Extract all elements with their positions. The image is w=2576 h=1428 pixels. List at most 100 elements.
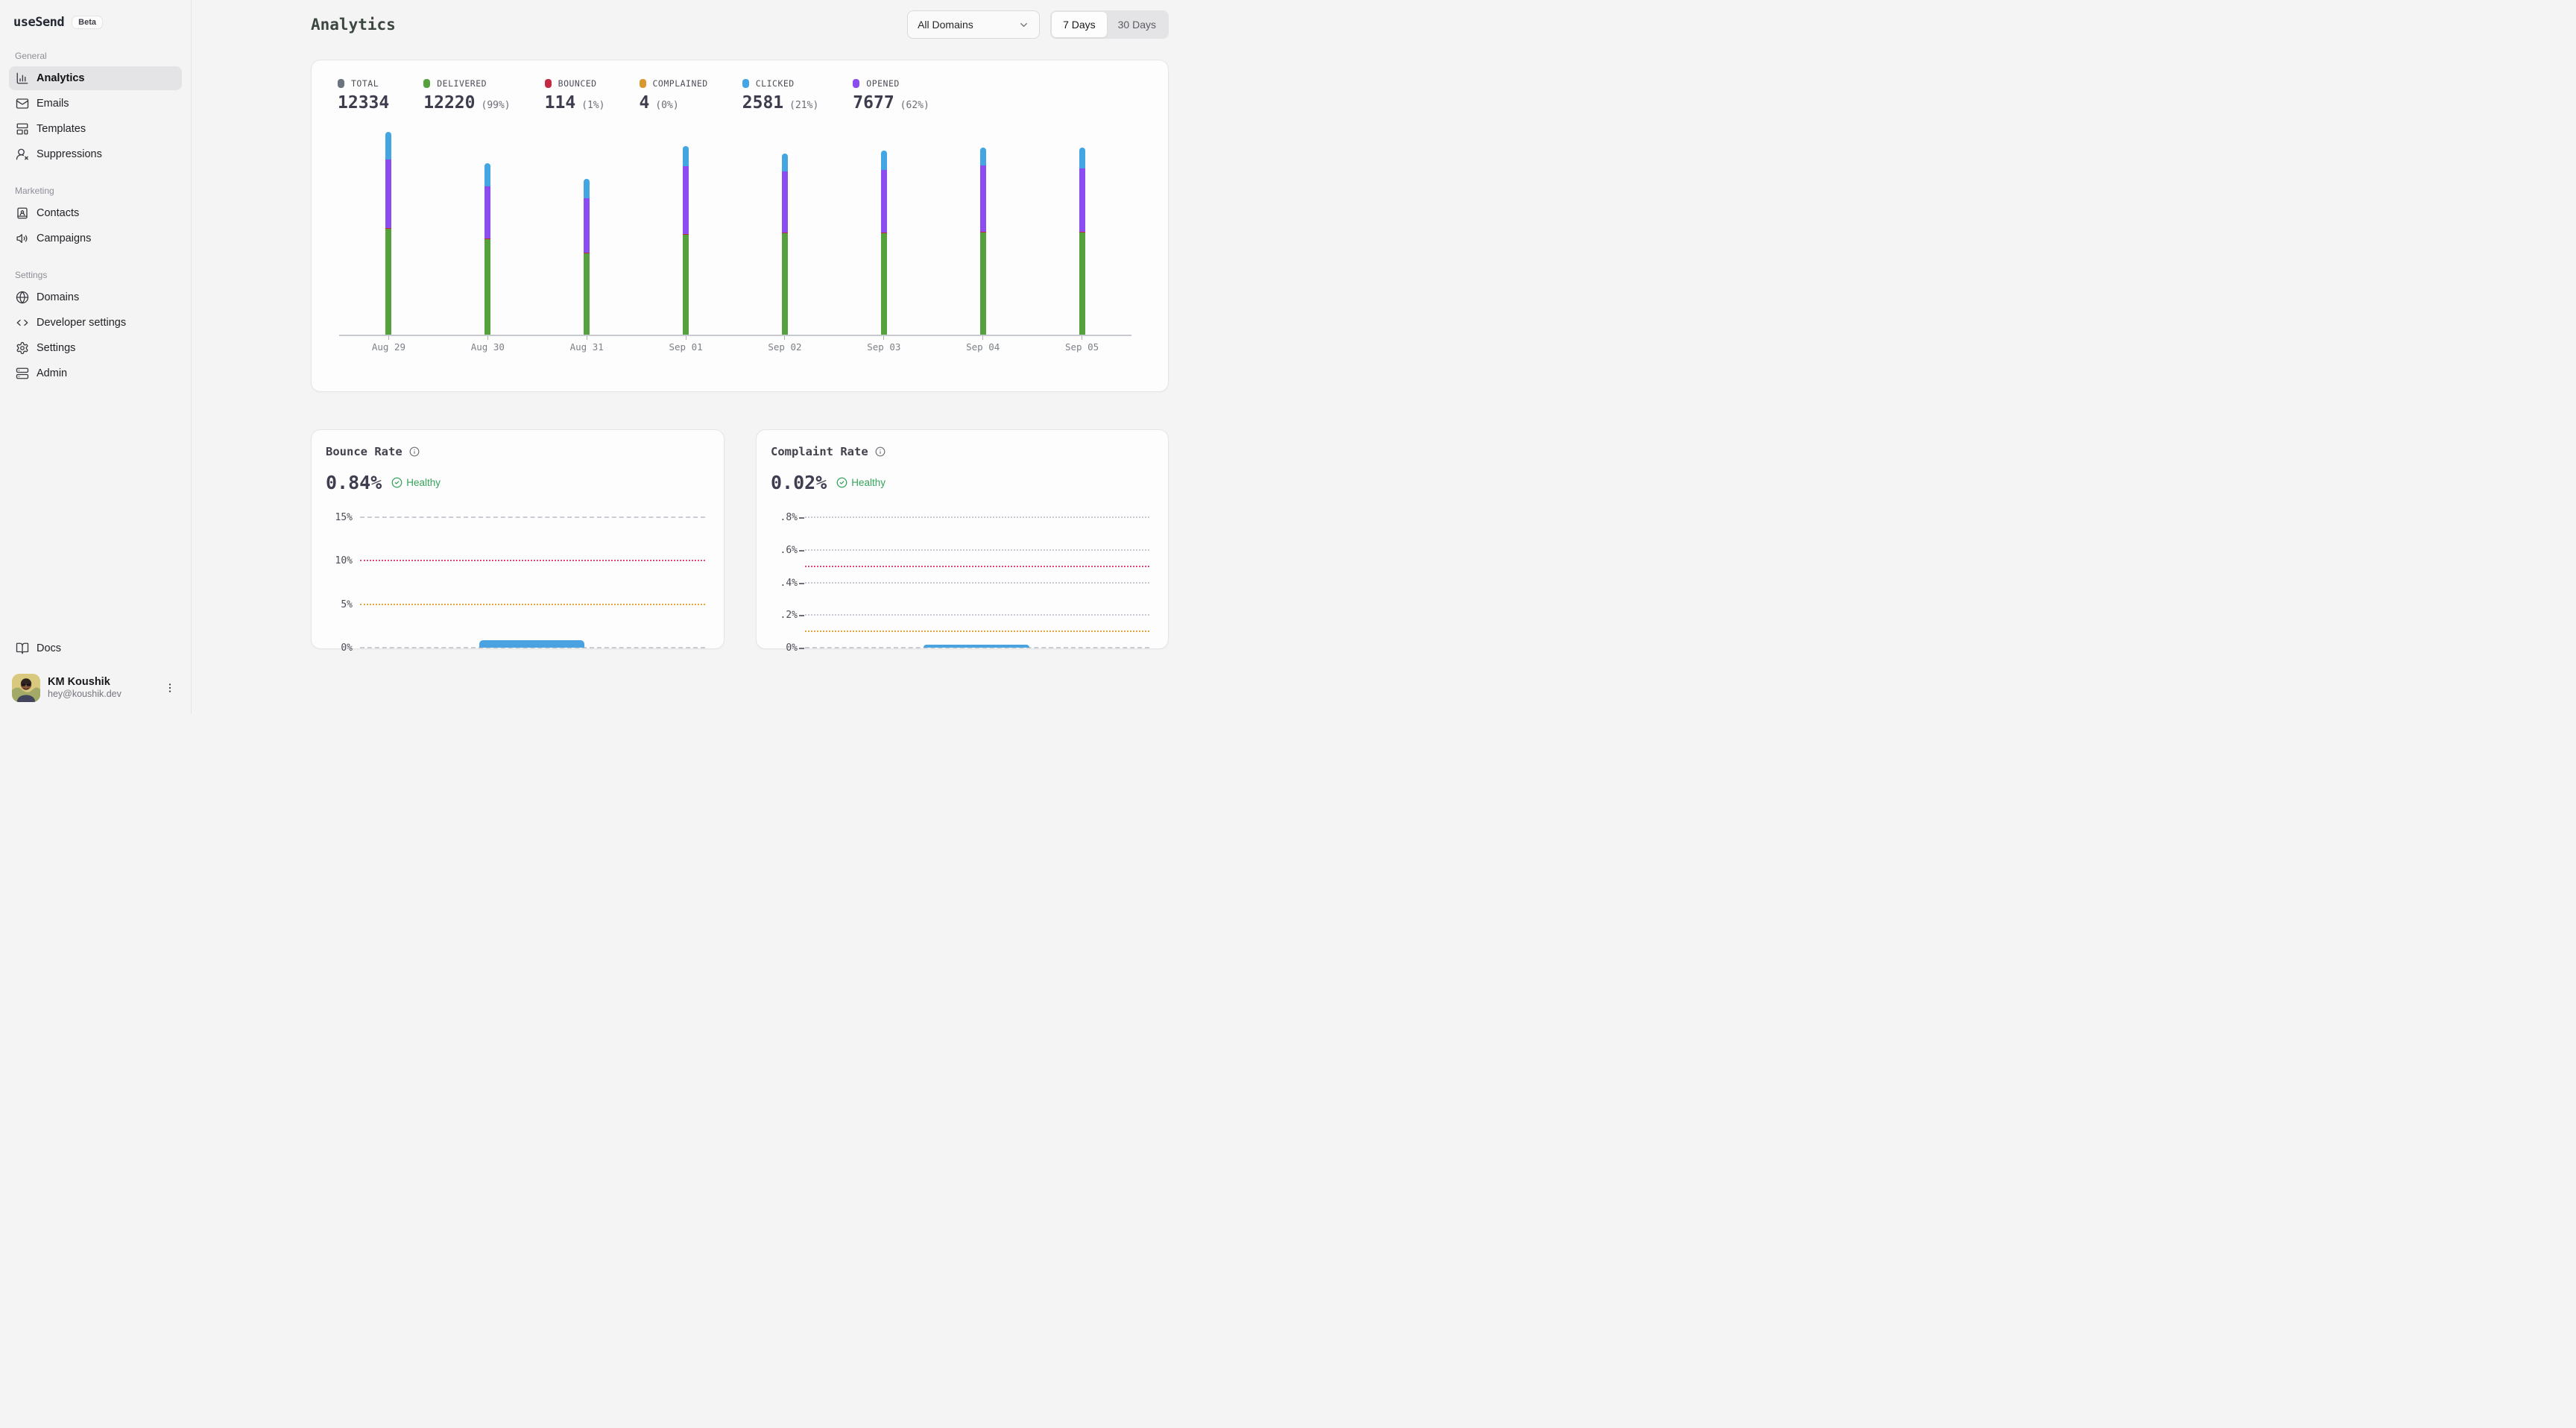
x-axis-label: Aug 31 <box>570 341 604 353</box>
stacked-bar <box>881 151 887 335</box>
sidebar-footer: Docs KM Koushik hey@koushik.dev <box>9 636 182 702</box>
stacked-bar <box>385 132 391 335</box>
sidebar-item-settings[interactable]: Settings <box>9 336 182 360</box>
sidebar-item-label: Emails <box>37 98 69 110</box>
sidebar-item-domains[interactable]: Domains <box>9 285 182 309</box>
bounce-rate-chart: 15%10%5%0% <box>360 517 705 648</box>
gear-icon <box>16 341 29 355</box>
sidebar-item-contacts[interactable]: Contacts <box>9 201 182 225</box>
main-content: Analytics All Domains 7 Days 30 Days TOT… <box>192 0 1288 714</box>
bar-segment-clicked <box>1079 148 1085 168</box>
stat-label: DELIVERED <box>437 78 487 89</box>
sidebar-item-developer-settings[interactable]: Developer settings <box>9 311 182 335</box>
contact-book-icon <box>16 206 29 220</box>
grid-line: .6% <box>805 549 1149 551</box>
legend-dot-bounced <box>545 79 552 88</box>
sidebar-item-label: Contacts <box>37 207 79 219</box>
bounce-rate-value: 0.84% <box>326 472 382 493</box>
range-toggle: 7 Days 30 Days <box>1050 10 1169 39</box>
bar-segment-clicked <box>881 151 887 170</box>
sidebar: useSend Beta GeneralAnalyticsEmailsTempl… <box>0 0 192 714</box>
grid-line: .8% <box>805 516 1149 518</box>
bar-segment-delivered <box>980 233 986 335</box>
sidebar-section-label: Marketing <box>15 186 182 196</box>
sidebar-item-admin[interactable]: Admin <box>9 361 182 385</box>
bar-segment-delivered <box>782 233 788 335</box>
bar-segment-opened <box>1079 168 1085 232</box>
sidebar-item-label: Admin <box>37 367 67 379</box>
stat-total: TOTAL12334 <box>338 78 389 113</box>
globe-icon <box>16 291 29 304</box>
analytics-overview-card: TOTAL12334DELIVERED12220(99%)BOUNCED114(… <box>311 60 1169 392</box>
page-title: Analytics <box>311 16 396 34</box>
y-axis-label: 10% <box>335 555 353 566</box>
sidebar-item-label: Suppressions <box>37 148 102 160</box>
stacked-bar <box>980 148 986 335</box>
page-header: Analytics All Domains 7 Days 30 Days <box>311 10 1169 39</box>
axis-tick <box>799 550 804 552</box>
sidebar-section-label: General <box>15 51 182 61</box>
stacked-bar <box>584 179 590 335</box>
status-badge: Healthy <box>391 477 441 488</box>
range-7-days[interactable]: 7 Days <box>1052 12 1107 37</box>
stat-value: 7677 <box>853 93 894 113</box>
grid-line: .4% <box>805 582 1149 584</box>
axis-tick <box>982 336 983 340</box>
sidebar-item-label: Campaigns <box>37 233 91 244</box>
code-icon <box>16 316 29 329</box>
bar-segment-opened <box>683 166 689 234</box>
stat-clicked: CLICKED2581(21%) <box>742 78 819 113</box>
bar-segment-delivered <box>881 233 887 335</box>
legend-dot-clicked <box>742 79 749 88</box>
axis-tick <box>784 336 785 340</box>
more-options-icon[interactable] <box>161 679 179 697</box>
card-title: Complaint Rate <box>771 445 868 458</box>
legend-dot-opened <box>853 79 859 88</box>
stat-value: 4 <box>640 93 650 113</box>
bar-segment-opened <box>385 159 391 228</box>
stat-percent: (21%) <box>789 100 818 111</box>
domain-filter-select[interactable]: All Domains <box>907 10 1040 39</box>
bar-segment-opened <box>584 198 590 253</box>
axis-tick <box>799 517 804 519</box>
user-email: hey@koushik.dev <box>48 689 154 701</box>
bar-segment-clicked <box>782 154 788 171</box>
range-30-days[interactable]: 30 Days <box>1107 12 1167 37</box>
sidebar-item-templates[interactable]: Templates <box>9 117 182 141</box>
x-axis-label: Sep 05 <box>1065 341 1099 353</box>
stat-value: 12334 <box>338 93 389 113</box>
axis-tick <box>799 648 804 649</box>
sidebar-item-docs[interactable]: Docs <box>9 636 182 660</box>
threshold-line <box>805 631 1149 632</box>
sidebar-item-emails[interactable]: Emails <box>9 92 182 116</box>
sidebar-item-label: Domains <box>37 291 79 303</box>
sidebar-item-suppressions[interactable]: Suppressions <box>9 142 182 166</box>
bounce-rate-card: Bounce Rate 0.84% Healthy 15%10%5%0% <box>311 429 724 649</box>
bar-chart-icon <box>16 72 29 85</box>
info-icon[interactable] <box>875 446 886 457</box>
stat-opened: OPENED7677(62%) <box>853 78 929 113</box>
app-root: useSend Beta GeneralAnalyticsEmailsTempl… <box>0 0 1288 714</box>
bar-segment-delivered <box>683 235 689 335</box>
axis-tick <box>799 583 804 584</box>
layout-template-icon <box>16 122 29 136</box>
bar-segment-opened <box>881 170 887 233</box>
x-axis-label: Sep 03 <box>867 341 900 353</box>
rate-bar <box>924 645 1029 648</box>
stat-bounced: BOUNCED114(1%) <box>545 78 605 113</box>
user-menu[interactable]: KM Koushik hey@koushik.dev <box>9 668 182 702</box>
sidebar-item-campaigns[interactable]: Campaigns <box>9 227 182 250</box>
card-title: Bounce Rate <box>326 445 402 458</box>
grid-line: 15% <box>360 516 705 518</box>
bar-segment-clicked <box>980 148 986 165</box>
complaint-rate-card: Complaint Rate 0.02% Healthy .8%.6%.4%.2… <box>756 429 1169 649</box>
complaint-rate-chart: .8%.6%.4%.2%0% <box>805 517 1149 648</box>
stat-percent: (0%) <box>655 100 678 111</box>
x-axis-label: Aug 30 <box>471 341 505 353</box>
app-logo: useSend <box>13 15 64 30</box>
info-icon[interactable] <box>409 446 420 457</box>
legend-dot-complained <box>640 79 646 88</box>
sidebar-item-analytics[interactable]: Analytics <box>9 66 182 90</box>
stat-label: BOUNCED <box>558 78 597 89</box>
threshold-line <box>805 566 1149 567</box>
